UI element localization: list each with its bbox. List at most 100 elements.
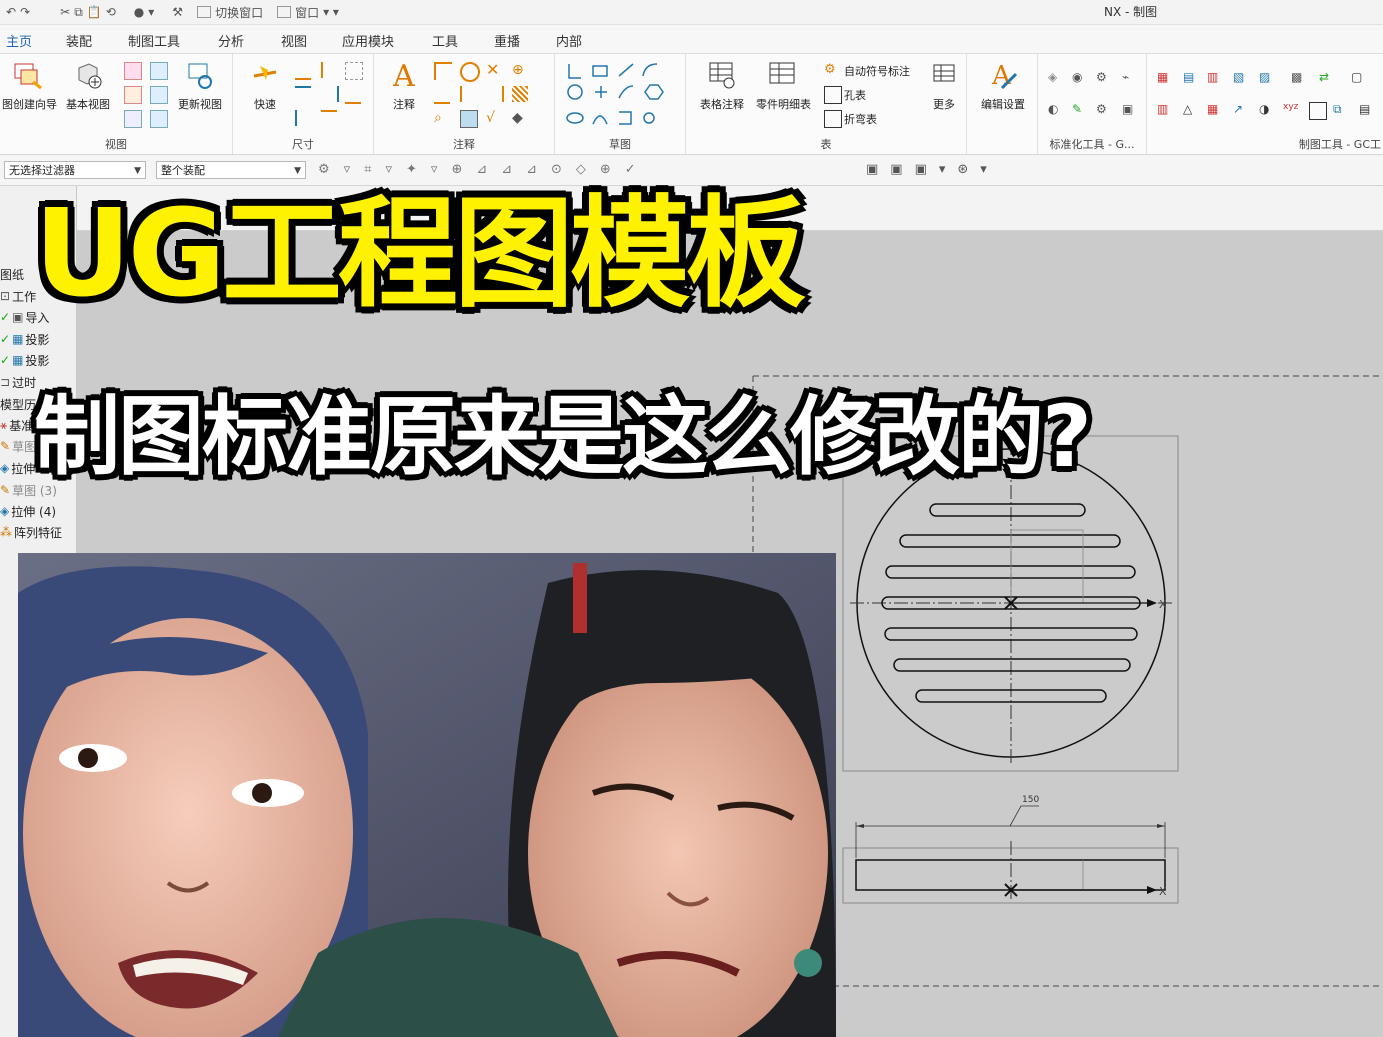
- auto-balloon-label[interactable]: 自动符号标注: [844, 63, 910, 79]
- nav-item-sheet[interactable]: 图纸: [0, 264, 24, 284]
- search-icon[interactable]: ⌕: [434, 110, 450, 126]
- tab-home[interactable]: 主页: [1, 31, 37, 59]
- std-tool-icon-4[interactable]: ⌁: [1122, 70, 1138, 86]
- redo-icon[interactable]: ↷: [20, 5, 30, 19]
- fill-icon[interactable]: ◆: [512, 110, 528, 126]
- nav-item-extrude[interactable]: ◈ 拉伸: [0, 458, 35, 478]
- auto-balloon-icon[interactable]: ⚙: [824, 62, 840, 78]
- radial-dim-icon[interactable]: [321, 62, 339, 78]
- angular-dim-icon[interactable]: [295, 86, 311, 104]
- std-tool-icon-6[interactable]: ✎: [1072, 102, 1088, 118]
- tab-tools[interactable]: 工具: [432, 31, 458, 50]
- tab-assembly[interactable]: 装配: [66, 31, 92, 50]
- gc-tool-icon-9[interactable]: ▥: [1157, 102, 1173, 118]
- gc-tool-icon-5[interactable]: ▨: [1259, 70, 1275, 86]
- std-tool-icon-7[interactable]: ⚙: [1096, 102, 1112, 118]
- centerline-icon[interactable]: [486, 86, 504, 102]
- rapid-dimension-button[interactable]: 快速: [239, 60, 291, 112]
- base-view-button[interactable]: 基本视图: [62, 60, 114, 112]
- thickness-dim-icon[interactable]: [345, 86, 361, 104]
- arc-length-icon[interactable]: [295, 110, 313, 126]
- gc-tool-icon-13[interactable]: [1309, 102, 1327, 120]
- tabular-note-button[interactable]: 表格注释: [696, 60, 748, 112]
- note-button[interactable]: A 注释: [378, 60, 430, 112]
- sketch-tools-icon[interactable]: [565, 60, 675, 130]
- window-menu-button[interactable]: 窗口: [295, 4, 319, 21]
- paste-icon[interactable]: 📋: [87, 5, 102, 19]
- view-wizard-button[interactable]: 图创建向导: [2, 60, 57, 112]
- balloon-icon[interactable]: [460, 62, 480, 82]
- std-tool-icon-8[interactable]: ▣: [1122, 102, 1138, 118]
- tab-internal[interactable]: 内部: [556, 31, 582, 50]
- tab-drafting-tools[interactable]: 制图工具: [128, 31, 180, 50]
- hole-table-label[interactable]: 孔表: [844, 87, 866, 103]
- nav-item-projected-1[interactable]: ✓ ▦ 投影: [0, 329, 49, 349]
- tab-replay[interactable]: 重播: [494, 31, 520, 50]
- gc-tool-icon-15[interactable]: ▤: [1359, 102, 1375, 118]
- broken-out-icon[interactable]: [124, 110, 142, 128]
- flag-icon[interactable]: [460, 86, 478, 102]
- more-button[interactable]: 更多: [924, 60, 964, 112]
- break-view-icon[interactable]: [150, 86, 168, 104]
- image-view-icon[interactable]: [150, 110, 168, 128]
- dropdown-icon[interactable]: ▾: [148, 5, 154, 19]
- selection-scope-dropdown[interactable]: 整个装配 ▼: [156, 161, 306, 179]
- surface-finish-icon[interactable]: √: [486, 110, 502, 126]
- gc-tool-icon-1[interactable]: ▦: [1157, 70, 1173, 86]
- std-tool-icon-1[interactable]: ◈: [1048, 70, 1064, 86]
- repeat-icon[interactable]: ⟲: [106, 5, 116, 19]
- view-tools-icons[interactable]: ▣▣▣▾⊛▾: [866, 162, 999, 177]
- std-tool-icon-3[interactable]: ⚙: [1096, 70, 1112, 86]
- tab-application[interactable]: 应用模块: [342, 31, 394, 50]
- bend-table-label[interactable]: 折弯表: [844, 111, 877, 127]
- projected-view-icon[interactable]: [124, 62, 142, 80]
- tab-view[interactable]: 视图: [281, 31, 307, 50]
- tab-analysis[interactable]: 分析: [218, 31, 244, 50]
- chamfer-dim-icon[interactable]: [321, 86, 339, 102]
- nav-item-pattern[interactable]: ⁂ 阵列特征: [0, 522, 62, 542]
- parts-list-button[interactable]: 零件明细表: [756, 60, 811, 112]
- target-icon[interactable]: ⊕: [512, 62, 528, 78]
- gc-tool-icon-10[interactable]: ▦: [1207, 102, 1223, 118]
- dropdown-icon[interactable]: ▾ ▾: [323, 5, 339, 19]
- palette-icon[interactable]: ●: [134, 5, 144, 19]
- gc-tool-icon-3[interactable]: ▥: [1207, 70, 1223, 86]
- snap-tools-icons[interactable]: ⚙▿⌗▿✦▿⊕⊿⊿⊿⊙◇⊕✓: [318, 162, 650, 177]
- xyz-icon[interactable]: xyz: [1283, 102, 1299, 118]
- update-view-button[interactable]: 更新视图: [174, 60, 226, 112]
- switch-window-button[interactable]: 切换窗口: [215, 4, 263, 21]
- gc-tool-icon-6[interactable]: ▩: [1291, 70, 1307, 86]
- bend-table-icon[interactable]: [824, 110, 842, 128]
- section-view-icon[interactable]: [150, 62, 168, 80]
- ordinate-dim-icon[interactable]: [345, 62, 363, 80]
- nav-item-work[interactable]: ⊡ 工作: [0, 286, 36, 306]
- hatch-icon[interactable]: [512, 86, 528, 102]
- std-tool-icon-5[interactable]: ◐: [1048, 102, 1064, 118]
- detail-view-icon[interactable]: [124, 86, 142, 104]
- gc-tool-icon-4[interactable]: ▧: [1233, 70, 1249, 86]
- gc-tool-icon-2[interactable]: ▤: [1183, 70, 1199, 86]
- datum-icon[interactable]: [434, 86, 450, 104]
- edit-settings-button[interactable]: A 编辑设置: [977, 60, 1029, 112]
- gc-tool-icon-14[interactable]: ⧉: [1333, 102, 1349, 118]
- gc-tool-icon-12[interactable]: ◑: [1259, 102, 1275, 118]
- gc-tool-icon-7[interactable]: ⇄: [1319, 70, 1335, 86]
- selection-filter-dropdown[interactable]: 无选择过滤器 ▼: [4, 161, 146, 179]
- nav-item-projected-2[interactable]: ✓ ▦ 投影: [0, 350, 49, 370]
- nav-item-outdated[interactable]: ⊐ 过时: [0, 372, 36, 392]
- hole-table-icon[interactable]: [824, 86, 842, 104]
- std-tool-icon-2[interactable]: ◉: [1072, 70, 1088, 86]
- cross-icon[interactable]: ✕: [486, 62, 502, 78]
- gc-tool-icon-11[interactable]: ↗: [1233, 102, 1249, 118]
- nav-item-datum[interactable]: ⚹ 基准: [0, 415, 33, 435]
- undo-icon[interactable]: ↶: [6, 5, 16, 19]
- copy-icon[interactable]: ⧉: [74, 5, 83, 20]
- image-icon[interactable]: [460, 110, 478, 128]
- nav-item-extrude-4[interactable]: ◈ 拉伸 (4): [0, 501, 56, 521]
- cut-icon[interactable]: ✂: [60, 5, 70, 19]
- feature-control-icon[interactable]: [434, 62, 452, 80]
- linear-dim-icon[interactable]: [295, 62, 311, 80]
- perimeter-icon[interactable]: [321, 110, 337, 128]
- nav-item-sketch[interactable]: ✎ 草图: [0, 436, 36, 456]
- triangle-icon[interactable]: △: [1183, 102, 1199, 118]
